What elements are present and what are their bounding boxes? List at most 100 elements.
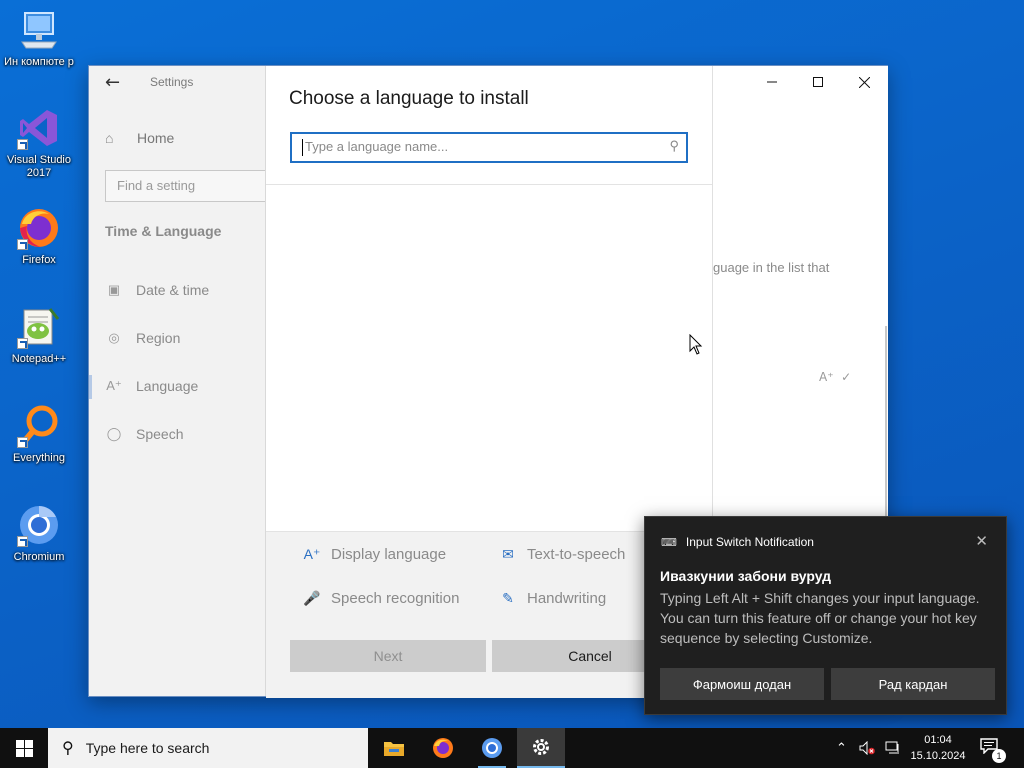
taskbar-clock[interactable]: 01:04 15.10.2024 (906, 732, 970, 764)
firefox-icon (433, 738, 453, 758)
sidebar-item-home[interactable]: ⌂ Home (105, 130, 174, 146)
feature-speech-recognition: 🎤 Speech recognition (302, 590, 459, 607)
active-indicator (89, 375, 92, 399)
close-icon (858, 76, 870, 88)
calendar-icon: ▣ (107, 282, 121, 297)
start-button[interactable] (0, 728, 48, 768)
taskbar-search-placeholder: Type here to search (85, 740, 210, 756)
shortcut-arrow-icon (17, 139, 28, 150)
desktop-icon-label: Everything (13, 452, 65, 464)
firefox-icon (17, 206, 61, 250)
desktop-icon-everything[interactable]: Everything (2, 404, 76, 465)
notification-body: Typing Left Alt + Shift changes your inp… (660, 590, 980, 646)
notification-title: Ивазкунии забони вуруд (660, 568, 832, 584)
text-caret (302, 139, 303, 156)
sidebar-item-language[interactable]: A⁺ Language (105, 378, 198, 394)
close-button[interactable] (841, 66, 887, 98)
divider (266, 184, 712, 185)
sidebar-item-region[interactable]: ◎ Region (105, 330, 180, 346)
taskbar-firefox[interactable] (419, 728, 467, 768)
feature-text-to-speech: ✉ Text-to-speech (498, 546, 625, 563)
globe-icon: ◎ (108, 330, 120, 345)
sidebar-item-label: Language (136, 378, 199, 394)
find-setting-input[interactable]: Find a setting (105, 170, 275, 202)
feature-label: Text-to-speech (527, 546, 626, 563)
dismiss-button[interactable]: Рад кардан (831, 668, 995, 700)
language-icon: A⁺ (106, 378, 122, 393)
shortcut-arrow-icon (17, 338, 28, 349)
taskbar-search-box[interactable]: ⚲ Type here to search (48, 728, 368, 768)
close-icon[interactable]: ✕ (975, 532, 988, 550)
volume-tray[interactable] (859, 728, 875, 768)
desktop-icon-label: Visual Studio 2017 (6, 154, 71, 179)
language-feature-icons: A⁺ ✓ (819, 370, 852, 384)
shortcut-arrow-icon (17, 239, 28, 250)
shortcut-arrow-icon (17, 437, 28, 448)
input-switch-notification: ⌨ Input Switch Notification ✕ Ивазкунии … (644, 516, 1007, 715)
clock-date: 15.10.2024 (910, 750, 966, 762)
file-explorer-icon (384, 742, 404, 756)
notification-count-badge: 1 (992, 749, 1006, 763)
computer-icon (17, 8, 61, 52)
taskbar-file-explorer[interactable] (370, 728, 418, 768)
sidebar-item-label: Date & time (136, 282, 210, 298)
everything-search-icon (17, 404, 61, 448)
next-button[interactable]: Next (290, 640, 486, 672)
text-to-speech-icon: ✉ (502, 546, 514, 562)
visual-studio-icon (17, 106, 61, 150)
search-icon: ⚲ (62, 740, 74, 757)
language-search-placeholder: Type a language name... (305, 139, 449, 154)
app-title: Settings (150, 75, 194, 89)
language-search-input[interactable]: Type a language name... ⚲ (290, 132, 688, 163)
sidebar-item-speech[interactable]: ◯ Speech (105, 426, 184, 442)
find-setting-placeholder: Find a setting (117, 178, 196, 193)
show-hidden-icons[interactable]: ⌃ (836, 728, 847, 768)
sidebar-item-label: Home (137, 130, 175, 146)
desktop-icon-label: Ин компюте р (4, 56, 74, 68)
scrollbar[interactable] (885, 326, 887, 516)
feature-label: Handwriting (527, 590, 607, 607)
shortcut-arrow-icon (17, 536, 28, 547)
minimize-icon (767, 81, 777, 83)
network-tray[interactable] (885, 728, 901, 768)
window-controls (749, 66, 887, 98)
chromium-icon (482, 738, 502, 758)
desktop-icon-label: Chromium (13, 551, 65, 563)
customize-button[interactable]: Фармоиш додан (660, 668, 824, 700)
desktop-icon-this-pc[interactable]: Ин компюте р (2, 8, 76, 69)
notification-header: ⌨ Input Switch Notification (661, 535, 814, 549)
taskbar-chromium[interactable] (468, 728, 516, 768)
network-icon (885, 741, 899, 754)
feature-handwriting: ✎ Handwriting (498, 590, 606, 607)
desktop-icon-notepadpp[interactable]: Notepad++ (2, 305, 76, 366)
taskbar-settings[interactable] (517, 728, 565, 768)
keyboard-icon: ⌨ (661, 536, 677, 549)
maximize-button[interactable] (795, 66, 841, 98)
back-arrow-icon[interactable]: ← (105, 72, 120, 93)
section-title: Time & Language (105, 223, 222, 239)
feature-label: Display language (331, 546, 447, 563)
desktop-icon-label: Firefox (22, 254, 56, 266)
desktop-icon-firefox[interactable]: Firefox (2, 206, 76, 267)
search-icon: ⚲ (669, 138, 679, 153)
chromium-icon (17, 503, 61, 547)
feature-label: Speech recognition (331, 590, 460, 607)
handwriting-icon: ✎ (502, 590, 514, 606)
minimize-button[interactable] (749, 66, 795, 98)
sidebar-item-date-time[interactable]: ▣ Date & time (105, 282, 209, 298)
windows-logo-icon (15, 739, 33, 757)
partial-description: guage in the list that (713, 260, 830, 275)
volume-muted-icon (859, 741, 875, 755)
chevron-up-icon: ⌃ (836, 740, 847, 756)
sidebar-item-label: Region (136, 330, 181, 346)
settings-sidebar: ← Settings ⌂ Home Find a setting Time & … (89, 66, 275, 696)
desktop-icon-chromium[interactable]: Chromium (2, 503, 76, 564)
desktop-icon-label: Notepad++ (11, 353, 67, 365)
display-language-icon: A⁺ (303, 546, 321, 562)
sidebar-item-label: Speech (136, 426, 184, 442)
home-icon: ⌂ (105, 130, 114, 146)
feature-display-language: A⁺ Display language (302, 546, 446, 563)
dialog-title: Choose a language to install (289, 88, 529, 109)
microphone-icon: 🎤 (303, 590, 321, 606)
desktop-icon-visual-studio[interactable]: Visual Studio 2017 (2, 106, 76, 180)
